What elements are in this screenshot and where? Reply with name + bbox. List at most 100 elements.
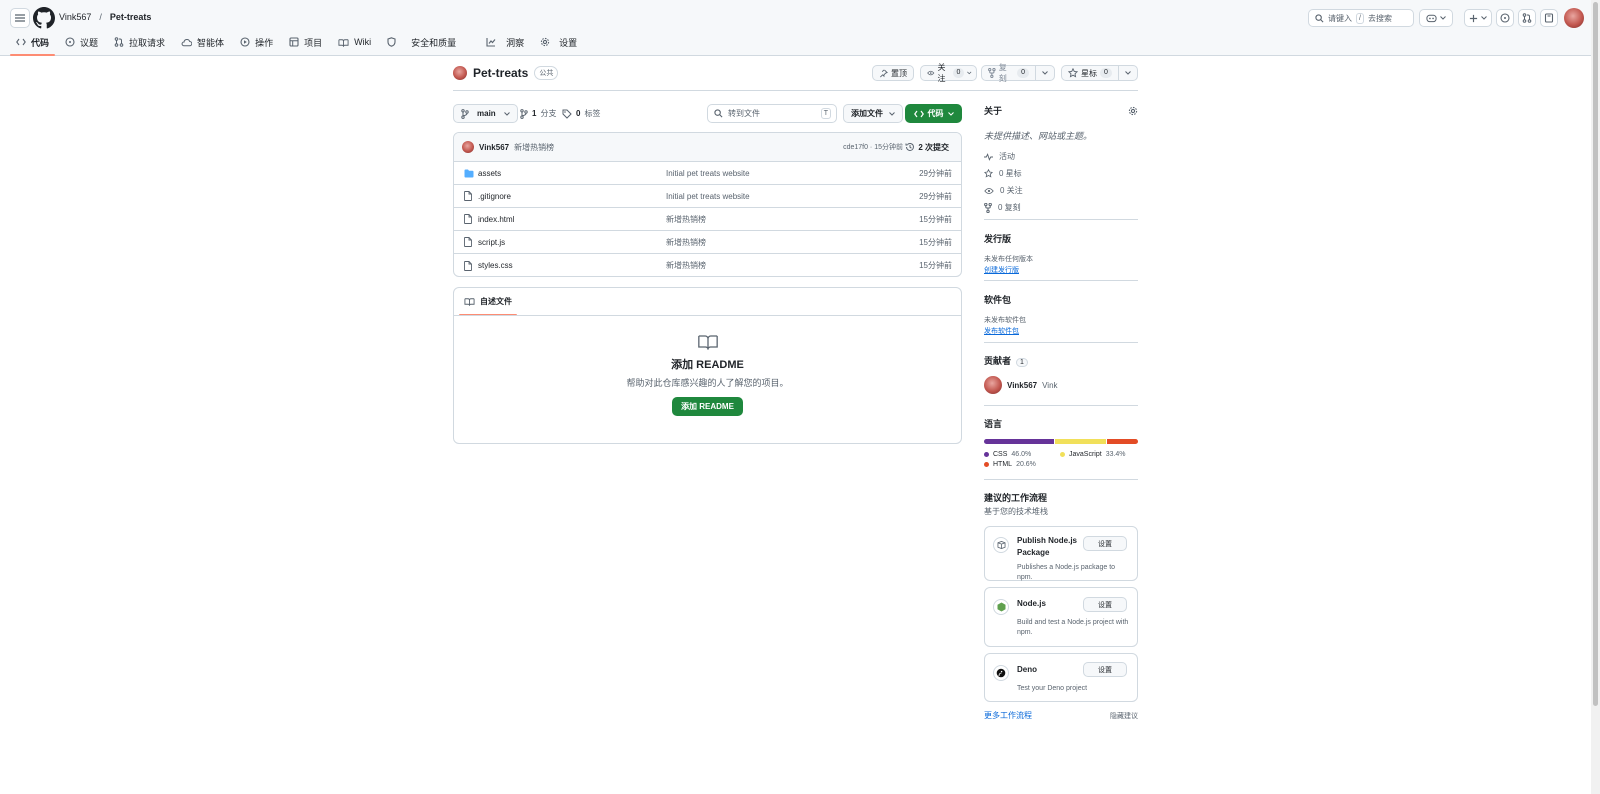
tab-code[interactable]: 代码 [8,31,57,56]
readme-tab[interactable]: 自述文件 [459,288,517,316]
create-new-button[interactable] [1464,9,1492,27]
repo-name[interactable]: Pet-treats [473,66,528,80]
copilot-button[interactable] [1419,9,1453,27]
tab-projects[interactable]: 项目 [281,31,330,53]
forks-link[interactable]: 0 复刻 [984,202,1138,213]
language-dot [1060,452,1065,457]
file-commit-message[interactable]: Initial pet treats website [666,192,750,201]
inbox-button[interactable] [1540,9,1558,27]
file-commit-message[interactable]: Initial pet treats website [666,169,750,178]
tab-settings[interactable]: 设置 [532,31,585,53]
tab-insights[interactable]: 洞察 [478,31,532,53]
readme-panel: 自述文件 添加 README 帮助对此仓库感兴趣的人了解您的项目。 添加 REA… [453,287,962,444]
add-file-button[interactable]: 添加文件 [843,104,903,123]
tab-pull-requests[interactable]: 拉取请求 [106,31,173,53]
tab-agents[interactable]: 智能体 [173,31,232,53]
issues-button[interactable] [1496,9,1514,27]
more-workflows-link[interactable]: 更多工作流程 [984,710,1032,721]
about-settings-button[interactable] [1128,106,1138,116]
contributor-login[interactable]: Vink567 [1007,381,1037,390]
file-name[interactable]: script.js [478,238,505,247]
contributor-item[interactable]: Vink567 Vink [984,376,1138,394]
language-html[interactable]: HTML 20.6% [984,461,1060,468]
publish-package-link[interactable]: 发布软件包 [984,326,1138,336]
packages-title[interactable]: 软件包 [984,293,1138,306]
fork-button[interactable]: 复刻 0 [981,63,1055,83]
watch-button[interactable]: 关注 0 [920,63,977,83]
go-to-file-input[interactable]: 转到文件 T [707,104,837,123]
readme-subtitle: 帮助对此仓库感兴趣的人了解您的项目。 [626,378,789,388]
pull-requests-button[interactable] [1518,9,1536,27]
contributors-title[interactable]: 贡献者 1 [984,354,1138,367]
breadcrumb-owner[interactable]: Vink567 [59,12,91,22]
workflows-section: 建议的工作流程 基于您的技术堆栈 Publish Node.js Package… [984,480,1138,724]
user-avatar[interactable] [1564,8,1584,28]
watchers-link[interactable]: 0 关注 [984,185,1138,196]
global-search[interactable]: 请键入 / 去搜索 [1308,9,1414,27]
workflow-setup-button[interactable]: 设置 [1083,536,1127,551]
github-logo[interactable] [33,7,55,29]
gear-icon [1128,106,1138,116]
workflow-setup-button[interactable]: 设置 [1083,662,1127,677]
workflow-setup-button[interactable]: 设置 [1083,597,1127,612]
contributor-avatar[interactable] [984,376,1002,394]
file-name[interactable]: index.html [478,215,514,224]
tags-count: 0 [576,109,581,118]
tab-wiki[interactable]: Wiki [330,31,379,53]
releases-title[interactable]: 发行版 [984,232,1138,245]
create-release-link[interactable]: 创建发行版 [984,265,1138,275]
commit-hash-time[interactable]: cde17f0 · 15分钟前 [843,142,903,152]
code-button[interactable]: 代码 [905,104,962,123]
fork-dropdown[interactable] [1035,66,1054,80]
add-readme-button[interactable]: 添加 README [672,397,743,416]
star-label: 星标 [1081,68,1097,78]
activity-link[interactable]: 活动 [984,151,1138,162]
file-row[interactable]: script.js 新增热销榜 15分钟前 [454,231,961,254]
workflows-footer: 更多工作流程 隐藏建议 [984,708,1138,724]
file-row[interactable]: styles.css 新增热销榜 15分钟前 [454,254,961,276]
file-commit-message[interactable]: 新增热销榜 [666,237,706,248]
chevron-down-icon [1481,16,1487,20]
star-dropdown[interactable] [1118,66,1137,80]
stars-link[interactable]: 0 星标 [984,168,1138,179]
commit-author[interactable]: Vink567 [479,143,509,152]
tags-label: 标签 [584,109,601,118]
workflow-card: Publish Node.js Package Publishes a Node… [984,526,1138,581]
file-row[interactable]: index.html 新增热销榜 15分钟前 [454,208,961,231]
tab-issues[interactable]: 议题 [57,31,106,53]
file-commit-message[interactable]: 新增热销榜 [666,260,706,271]
owner-avatar[interactable] [453,66,467,80]
file-name[interactable]: .gitignore [478,192,511,201]
language-javascript[interactable]: JavaScript 33.4% [1060,451,1136,458]
branches-link[interactable]: 1 分支 [520,108,556,119]
commit-author-avatar[interactable] [462,141,474,153]
file-row[interactable]: .gitignore Initial pet treats website 29… [454,185,961,208]
commit-message[interactable]: 新增热销榜 [514,142,554,153]
dismiss-suggestions-link[interactable]: 隐藏建议 [1110,711,1138,721]
add-file-label: 添加文件 [851,109,883,118]
file-age: 15分钟前 [919,261,952,270]
file-name[interactable]: assets [478,169,501,178]
workflow-desc: Build and test a Node.js project with np… [1017,619,1129,636]
file-row[interactable]: assets Initial pet treats website 29分钟前 [454,162,961,185]
tags-link[interactable]: 0 标签 [562,108,600,119]
tab-actions[interactable]: 操作 [232,31,281,53]
branch-selector[interactable]: main [453,104,518,123]
file-table: Vink567 新增热销榜 cde17f0 · 15分钟前 2 次提交 asse… [453,132,962,277]
menu-button[interactable] [10,8,30,28]
breadcrumb-repo[interactable]: Pet-treats [110,12,152,22]
language-css[interactable]: CSS 46.0% [984,451,1060,458]
file-commit-message[interactable]: 新增热销榜 [666,214,706,225]
file-name[interactable]: styles.css [478,261,513,270]
scrollbar-thumb[interactable] [1593,2,1598,706]
star-button[interactable]: 星标 0 [1061,65,1138,81]
tab-label: 洞察 [506,37,525,48]
commit-history-link[interactable]: 2 次提交 [905,142,949,153]
tab-security[interactable]: 安全和质量 [379,31,464,53]
search-icon [714,109,723,118]
page-scrollbar[interactable] [1591,0,1600,794]
tab-label: 拉取请求 [129,37,166,48]
branches-label: 分支 [540,109,557,118]
pin-button[interactable]: 置顶 [872,65,914,81]
chevron-down-icon [1042,71,1048,75]
